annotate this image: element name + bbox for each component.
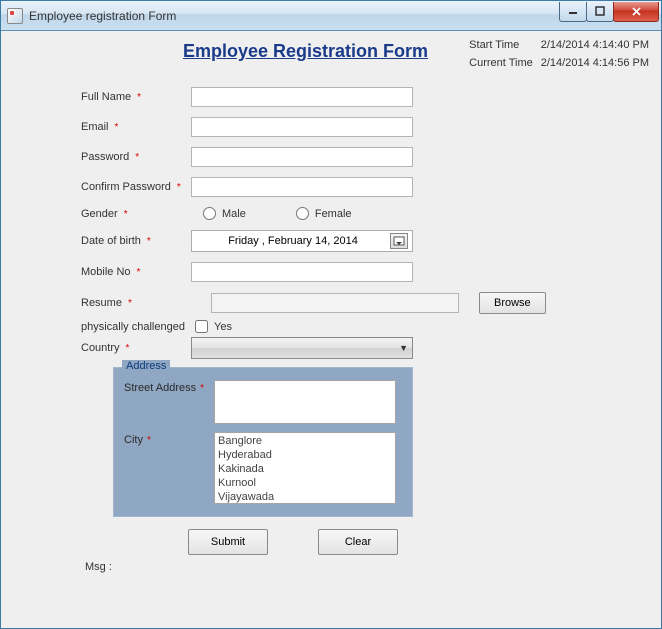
password-input[interactable] [191,147,413,167]
phys-yes-option[interactable]: Yes [195,320,232,333]
phys-checkbox[interactable] [195,320,208,333]
time-block: Start Time 2/14/2014 4:14:40 PM Current … [469,39,649,69]
gender-female-radio[interactable] [296,207,309,220]
mobile-label: Mobile No* [81,266,191,278]
resume-input[interactable] [211,293,459,313]
email-input[interactable] [191,117,413,137]
email-label: Email* [81,121,191,133]
dob-value: Friday , February 14, 2014 [196,235,390,247]
minimize-button[interactable] [559,2,587,22]
confirm-password-input[interactable] [191,177,413,197]
window-title: Employee registration Form [29,9,176,23]
confirm-password-label: Confirm Password* [81,181,191,193]
gender-group: Male Female [191,207,413,220]
start-time-value: 2/14/2014 4:14:40 PM [541,39,649,51]
mobile-input[interactable] [191,262,413,282]
list-item[interactable]: Vijayawada [218,490,392,504]
gender-male-radio[interactable] [203,207,216,220]
titlebar: Employee registration Form [1,1,661,31]
full-name-input[interactable] [191,87,413,107]
list-item[interactable]: Hyderabad [218,448,392,462]
country-dropdown[interactable]: ▼ [191,337,413,359]
maximize-button[interactable] [586,2,614,22]
close-button[interactable] [613,2,659,22]
maximize-icon [595,6,605,16]
submit-button[interactable]: Submit [188,529,268,555]
gender-male-option[interactable]: Male [203,207,246,220]
current-time-label: Current Time [469,57,533,69]
resume-label: Resume* [81,297,191,309]
app-window: Employee registration Form Employee Regi… [0,0,662,629]
minimize-icon [568,6,578,16]
msg-label: Msg : [85,561,649,573]
street-input[interactable] [214,380,396,424]
street-label: Street Address* [124,380,214,394]
list-item[interactable]: Kurnool [218,476,392,490]
city-label: City* [124,432,214,446]
address-groupbox: Address Street Address* City* Banglore H… [113,367,413,517]
password-label: Password* [81,151,191,163]
clear-button[interactable]: Clear [318,529,398,555]
list-item[interactable]: Kakinada [218,462,392,476]
list-item[interactable]: Banglore [218,434,392,448]
gender-label: Gender* [81,208,191,220]
current-time-value: 2/14/2014 4:14:56 PM [541,57,649,69]
app-icon [7,8,23,24]
calendar-button[interactable] [390,233,408,249]
chevron-down-icon: ▼ [399,343,408,353]
start-time-label: Start Time [469,39,533,51]
gender-female-option[interactable]: Female [296,207,352,220]
city-listbox[interactable]: Banglore Hyderabad Kakinada Kurnool Vija… [214,432,396,504]
calendar-icon [393,236,405,246]
page-title: Employee Registration Form [183,37,443,62]
full-name-label: Full Name* [81,91,191,103]
browse-button[interactable]: Browse [479,292,546,314]
address-legend: Address [122,360,170,372]
dob-datepicker[interactable]: Friday , February 14, 2014 [191,230,413,252]
phys-label: physically challenged [81,321,191,333]
close-icon [631,6,642,17]
window-buttons [560,2,659,22]
country-label: Country* [81,342,191,354]
dob-label: Date of birth* [81,235,191,247]
client-area: Employee Registration Form Start Time 2/… [1,31,661,628]
